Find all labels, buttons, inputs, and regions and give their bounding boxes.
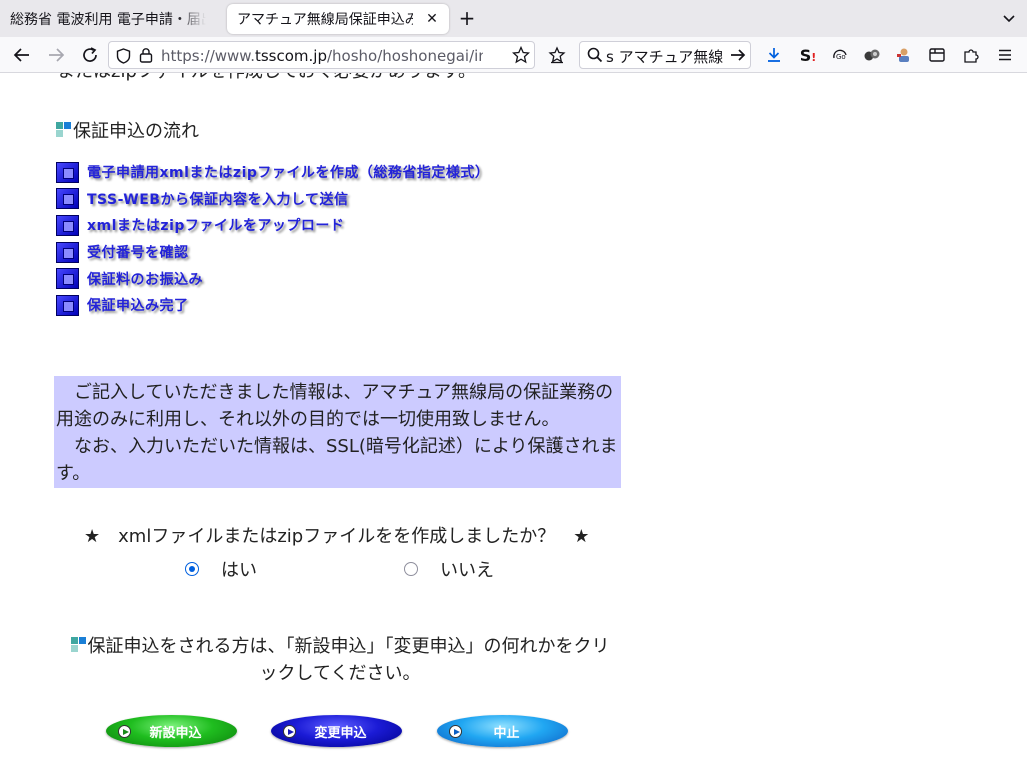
radio-no[interactable] bbox=[404, 562, 418, 576]
tab-title: 総務省 電波利用 電子申請・届出システムLite bbox=[10, 12, 206, 28]
list-item[interactable]: 受付番号を確認 bbox=[56, 239, 489, 266]
application-instruction: 保証申込をされる方は、「新設申込」「変更申込」の何れかをクリックしてください。 bbox=[66, 633, 614, 687]
url-text[interactable]: https://www.tsscom.jp/hosho/hoshonegai/i… bbox=[161, 47, 483, 65]
blue-square-icon bbox=[56, 188, 79, 210]
new-application-label: 新設申込 bbox=[149, 725, 202, 741]
cancel-button[interactable]: 中止 bbox=[437, 715, 568, 747]
extension-person-icon[interactable] bbox=[894, 45, 914, 65]
extension-s-icon[interactable]: S! bbox=[798, 45, 818, 65]
flow-step-link[interactable]: xmlまたはzipファイルをアップロード bbox=[87, 215, 344, 235]
extension-translate-icon[interactable]: Go bbox=[830, 45, 850, 65]
play-icon bbox=[449, 725, 462, 738]
search-bar[interactable]: s アマチュア無線 bbox=[579, 41, 751, 69]
flow-step-link[interactable]: 電子申請用xmlまたはzipファイルを作成（総務省指定様式） bbox=[87, 162, 489, 182]
privacy-notice: ご記入していただきました情報は、アマチュア無線局の保証業務の用途のみに利用し、そ… bbox=[54, 376, 621, 488]
flow-heading-text: 保証申込の流れ bbox=[73, 121, 199, 142]
blue-square-icon bbox=[56, 214, 79, 236]
search-go-arrow-icon[interactable] bbox=[730, 47, 746, 67]
menu-hamburger-icon[interactable] bbox=[995, 45, 1015, 65]
application-instruction-text: 保証申込をされる方は、「新設申込」「変更申込」の何れかをクリックしてください。 bbox=[87, 636, 610, 684]
flow-heading: 保証申込の流れ bbox=[56, 117, 199, 143]
list-item[interactable]: xmlまたはzipファイルをアップロード bbox=[56, 212, 489, 239]
blue-square-icon bbox=[56, 161, 79, 183]
extension-dots-icon[interactable] bbox=[862, 45, 882, 65]
tab-denpa-shinsei[interactable]: 総務省 電波利用 電子申請・届出システムLite bbox=[0, 4, 222, 34]
chevron-down-icon[interactable] bbox=[1001, 10, 1017, 26]
tab-bar: 総務省 電波利用 電子申請・届出システムLite アマチュア無線局保証申込み ✕… bbox=[0, 0, 1027, 37]
blue-square-icon bbox=[56, 268, 79, 290]
privacy-notice-line: ご記入していただきました情報は、アマチュア無線局の保証業務の用途のみに利用し、そ… bbox=[56, 382, 614, 430]
radio-yes-option[interactable]: はい bbox=[185, 556, 257, 582]
new-application-button[interactable]: 新設申込 bbox=[106, 715, 237, 747]
extensions-puzzle-icon[interactable] bbox=[961, 45, 981, 65]
blue-square-icon bbox=[56, 241, 79, 263]
cancel-label: 中止 bbox=[493, 725, 520, 741]
play-icon bbox=[118, 725, 131, 738]
square-bullet-icon bbox=[56, 122, 72, 138]
search-icon bbox=[587, 47, 603, 67]
flow-step-link[interactable]: 保証料のお振込み bbox=[87, 269, 203, 289]
reader-view-icon[interactable] bbox=[547, 45, 567, 65]
list-item[interactable]: 電子申請用xmlまたはzipファイルを作成（総務省指定様式） bbox=[56, 159, 489, 186]
search-input[interactable]: s アマチュア無線 bbox=[606, 46, 726, 67]
list-item[interactable]: 保証申込み完了 bbox=[56, 292, 489, 319]
list-item[interactable]: TSS-WEBから保証内容を入力して送信 bbox=[56, 186, 489, 213]
list-item[interactable]: 保証料のお振込み bbox=[56, 265, 489, 292]
new-tab-icon[interactable]: + bbox=[457, 8, 477, 28]
shield-icon[interactable] bbox=[116, 48, 131, 68]
square-bullet-icon bbox=[70, 637, 87, 653]
reload-icon[interactable] bbox=[79, 44, 101, 66]
privacy-notice-line: なお、入力いただいた情報は、SSL(暗号化記述）により保護されます。 bbox=[56, 436, 618, 484]
tab-hosho-moushikomi[interactable]: アマチュア無線局保証申込み ✕ bbox=[227, 4, 449, 34]
page-content: またはzipファイルを作成しておく必要があります。 保証申込の流れ 電子申請用x… bbox=[0, 73, 1027, 764]
flow-step-link[interactable]: 保証申込み完了 bbox=[87, 295, 189, 315]
bookmark-star-icon[interactable] bbox=[511, 45, 531, 68]
flow-step-link[interactable]: 受付番号を確認 bbox=[87, 242, 189, 262]
close-tab-icon[interactable]: ✕ bbox=[424, 11, 440, 27]
change-application-label: 変更申込 bbox=[314, 725, 367, 741]
url-bar[interactable]: https://www.tsscom.jp/hosho/hoshonegai/i… bbox=[108, 41, 535, 69]
back-arrow-icon[interactable] bbox=[11, 44, 33, 66]
blue-square-icon bbox=[56, 294, 79, 316]
file-created-question: ★ xmlファイルまたはzipファイルをを作成しましたか？ ★ bbox=[84, 526, 590, 547]
scrolled-off-text: またはzipファイルを作成しておく必要があります。 bbox=[57, 73, 476, 83]
play-icon bbox=[283, 725, 296, 738]
radio-no-label[interactable]: いいえ bbox=[440, 556, 494, 582]
flow-list: 電子申請用xmlまたはzipファイルを作成（総務省指定様式） TSS-WEBから… bbox=[56, 159, 489, 319]
flow-step-link[interactable]: TSS-WEBから保証内容を入力して送信 bbox=[87, 189, 349, 209]
downloads-icon[interactable] bbox=[764, 45, 784, 65]
lock-icon[interactable] bbox=[139, 47, 153, 67]
svg-text:Go: Go bbox=[836, 53, 846, 61]
sidebar-toggle-icon[interactable] bbox=[927, 45, 947, 65]
forward-arrow-icon[interactable] bbox=[45, 44, 67, 66]
radio-no-option[interactable]: いいえ bbox=[404, 556, 494, 582]
change-application-button[interactable]: 変更申込 bbox=[271, 715, 402, 747]
navigation-toolbar: https://www.tsscom.jp/hosho/hoshonegai/i… bbox=[0, 37, 1027, 73]
radio-yes[interactable] bbox=[185, 562, 199, 576]
radio-yes-label[interactable]: はい bbox=[221, 556, 257, 582]
tab-title: アマチュア無線局保証申込み bbox=[237, 12, 413, 28]
